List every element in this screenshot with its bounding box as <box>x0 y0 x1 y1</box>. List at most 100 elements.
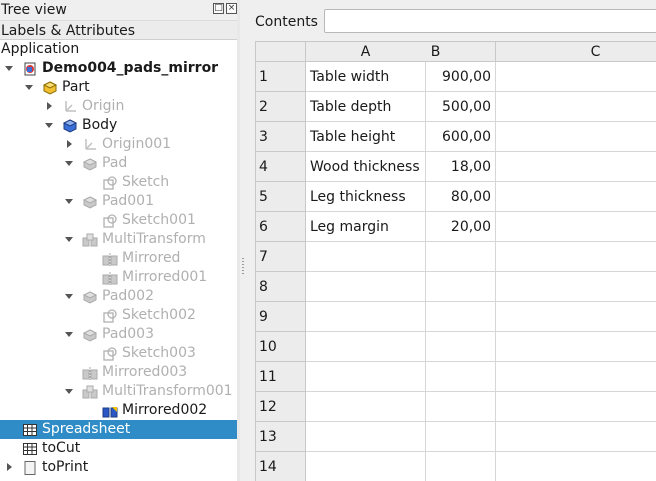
tree-item-mirrored003[interactable]: Mirrored003 <box>0 363 237 382</box>
collapse-arrow-icon[interactable] <box>65 332 73 337</box>
tree-item-mirrored001[interactable]: Mirrored001 <box>0 268 237 287</box>
tree-item-mirrored002[interactable]: Mirrored002 <box>0 401 237 420</box>
collapse-arrow-icon[interactable] <box>5 66 13 71</box>
row-header[interactable]: 13 <box>256 422 306 452</box>
tree-item-multitransform001[interactable]: MultiTransform001 <box>0 382 237 401</box>
cell-c8[interactable] <box>496 272 656 302</box>
tree-column-header[interactable]: Labels & Attributes <box>0 20 237 40</box>
expand-arrow-icon[interactable] <box>7 463 12 471</box>
row-header[interactable]: 4 <box>256 152 306 182</box>
cell-b2[interactable]: 500,00 <box>376 92 496 122</box>
tree-item-origin001[interactable]: Origin001 <box>0 135 237 154</box>
cell-c12[interactable] <box>496 392 656 422</box>
tree-item-pad002[interactable]: Pad002 <box>0 287 237 306</box>
mirrored-icon <box>102 251 118 267</box>
cell-b10[interactable] <box>376 332 496 362</box>
column-header-b[interactable]: B <box>376 42 496 62</box>
grid-corner[interactable] <box>256 42 306 62</box>
tree-item-multitransform[interactable]: MultiTransform <box>0 230 237 249</box>
cell-b4[interactable]: 18,00 <box>376 152 496 182</box>
tree-item-sketch001[interactable]: Sketch001 <box>0 211 237 230</box>
row-header[interactable]: 11 <box>256 362 306 392</box>
tree-item-pad003[interactable]: Pad003 <box>0 325 237 344</box>
mirrored-tip-icon <box>102 403 118 419</box>
cell-b13[interactable] <box>376 422 496 452</box>
row-header[interactable]: 14 <box>256 452 306 481</box>
splitter-grip[interactable] <box>242 258 244 276</box>
tree-item-body[interactable]: Body <box>0 116 237 135</box>
origin-icon <box>62 99 78 115</box>
row-header[interactable]: 7 <box>256 242 306 272</box>
tree-item-pad[interactable]: Pad <box>0 154 237 173</box>
cell-b12[interactable] <box>376 392 496 422</box>
tree-item-label: Pad <box>102 155 128 171</box>
collapse-arrow-icon[interactable] <box>65 161 73 166</box>
row-header[interactable]: 2 <box>256 92 306 122</box>
tree-item-sketch[interactable]: Sketch <box>0 173 237 192</box>
pad-icon <box>82 194 98 210</box>
tree-item-label: Spreadsheet <box>42 421 131 437</box>
cell-b5[interactable]: 80,00 <box>376 182 496 212</box>
cell-c10[interactable] <box>496 332 656 362</box>
tree-item-pad001[interactable]: Pad001 <box>0 192 237 211</box>
expand-arrow-icon[interactable] <box>47 102 52 110</box>
row-header[interactable]: 6 <box>256 212 306 242</box>
tree-item-application[interactable]: Application <box>0 40 237 59</box>
sketch-icon <box>102 213 118 229</box>
cell-b7[interactable] <box>376 242 496 272</box>
cell-b1[interactable]: 900,00 <box>376 62 496 92</box>
collapse-arrow-icon[interactable] <box>65 237 73 242</box>
row-header[interactable]: 1 <box>256 62 306 92</box>
cell-b14[interactable] <box>376 452 496 481</box>
collapse-arrow-icon[interactable] <box>65 294 73 299</box>
collapse-arrow-icon[interactable] <box>45 123 53 128</box>
cell-c3[interactable] <box>496 122 656 152</box>
cell-c6[interactable] <box>496 212 656 242</box>
collapse-arrow-icon[interactable] <box>65 389 73 394</box>
cell-b8[interactable] <box>376 272 496 302</box>
row-header[interactable]: 10 <box>256 332 306 362</box>
cell-c2[interactable] <box>496 92 656 122</box>
tree-item-sketch002[interactable]: Sketch002 <box>0 306 237 325</box>
panel-splitter[interactable] <box>237 0 240 481</box>
contents-label: Contents <box>255 14 318 30</box>
tree-view-panel: Tree view □ × Labels & Attributes Applic… <box>0 0 240 481</box>
row-header[interactable]: 8 <box>256 272 306 302</box>
cell-c1[interactable] <box>496 62 656 92</box>
row-header[interactable]: 12 <box>256 392 306 422</box>
cell-b3[interactable]: 600,00 <box>376 122 496 152</box>
tree-item-part[interactable]: Part <box>0 78 237 97</box>
cell-c11[interactable] <box>496 362 656 392</box>
tree-item-spreadsheet[interactable]: Spreadsheet <box>0 420 237 439</box>
tree-item-toprint[interactable]: toPrint <box>0 458 237 477</box>
body-icon <box>62 118 78 134</box>
spreadsheet-grid: A B C 1 Table width 900,00 2 Table depth 500,00 3… <box>255 41 656 481</box>
row-header[interactable]: 9 <box>256 302 306 332</box>
cell-c9[interactable] <box>496 302 656 332</box>
cell-c4[interactable] <box>496 152 656 182</box>
tree-item-demo004-pads-mirror[interactable]: Demo004_pads_mirror <box>0 59 237 78</box>
cell-b9[interactable] <box>376 302 496 332</box>
expand-arrow-icon[interactable] <box>67 140 72 148</box>
tree-item-sketch003[interactable]: Sketch003 <box>0 344 237 363</box>
collapse-arrow-icon[interactable] <box>65 199 73 204</box>
cell-b6[interactable]: 20,00 <box>376 212 496 242</box>
contents-input[interactable] <box>324 9 656 33</box>
cell-b11[interactable] <box>376 362 496 392</box>
row-header[interactable]: 3 <box>256 122 306 152</box>
pad-icon <box>82 327 98 343</box>
tree-item-mirrored[interactable]: Mirrored <box>0 249 237 268</box>
row-header[interactable]: 5 <box>256 182 306 212</box>
tree-item-origin[interactable]: Origin <box>0 97 237 116</box>
cell-c14[interactable] <box>496 452 656 481</box>
cell-c7[interactable] <box>496 242 656 272</box>
float-panel-icon[interactable]: □ <box>213 3 224 14</box>
collapse-arrow-icon[interactable] <box>25 85 33 90</box>
cell-c5[interactable] <box>496 182 656 212</box>
column-header-c[interactable]: C <box>496 42 656 62</box>
cell-c13[interactable] <box>496 422 656 452</box>
close-panel-icon[interactable]: × <box>226 3 237 14</box>
tree-item-label: Part <box>62 79 90 95</box>
spreadsheet-icon <box>22 441 38 457</box>
tree-item-tocut[interactable]: toCut <box>0 439 237 458</box>
